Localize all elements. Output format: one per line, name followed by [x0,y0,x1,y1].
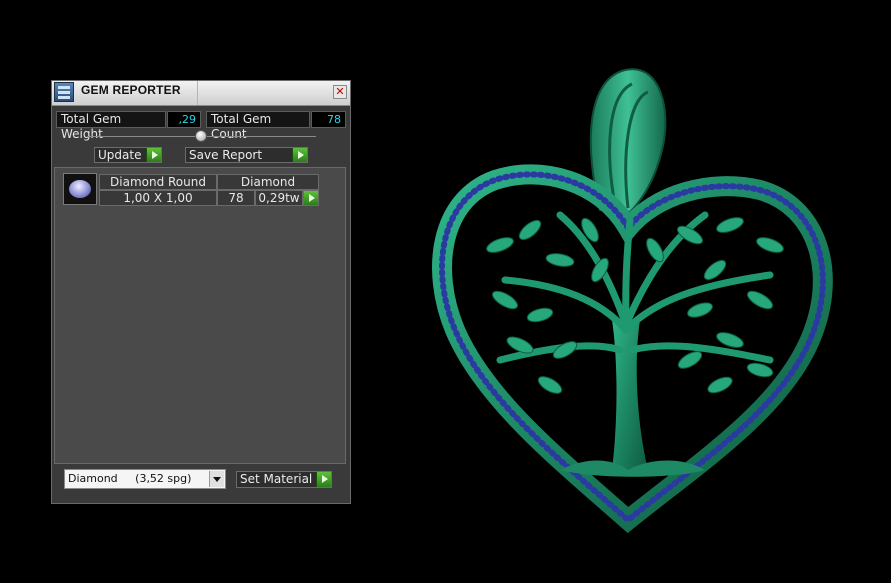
update-button[interactable]: Update [94,147,162,163]
play-icon [146,148,161,162]
save-report-button-label: Save Report [189,148,263,162]
gem-size-cell: 1,00 X 1,00 [99,190,217,206]
gem-count-cell: 78 [217,190,255,206]
update-button-label: Update [98,148,142,162]
total-gem-count-value: 78 [311,111,346,128]
total-gem-weight-label: Total Gem Weight [56,111,166,141]
3d-viewport[interactable] [360,0,891,580]
gem-reporter-app-icon [54,82,74,102]
set-material-button[interactable]: Set Material [236,471,332,488]
gem-shape-cell: Diamond Round [99,174,217,190]
close-icon[interactable]: ✕ [333,85,347,99]
heart-tree-pendant-render [432,68,833,534]
gem-weight-cell: 0,29tw [255,190,303,206]
gem-material-cell: Diamond [217,174,319,190]
gem-list[interactable]: Diamond Round Diamond 1,00 X 1,00 78 0,2… [54,167,346,464]
set-material-button-label: Set Material [240,472,313,486]
play-icon [304,191,318,205]
play-icon [292,148,307,162]
chevron-down-icon[interactable] [209,471,224,487]
title-divider [197,81,198,105]
play-icon [316,472,331,487]
gem-row-action-button[interactable] [303,190,319,206]
title-bar[interactable]: GEM REPORTER ✕ [52,81,350,106]
material-select[interactable]: Diamond (3,52 spg) [64,469,226,489]
material-select-value: Diamond (3,52 spg) [68,472,192,485]
total-gem-count-label: Total Gem Count [206,111,310,141]
round-gem-icon [63,173,97,205]
save-report-button[interactable]: Save Report [185,147,308,163]
gem-reporter-panel: GEM REPORTER ✕ Total Gem Weight ,29 Tota… [51,80,351,504]
panel-title: GEM REPORTER [81,83,181,97]
splitter-handle[interactable] [195,130,207,142]
total-gem-weight-value: ,29 [167,111,201,128]
